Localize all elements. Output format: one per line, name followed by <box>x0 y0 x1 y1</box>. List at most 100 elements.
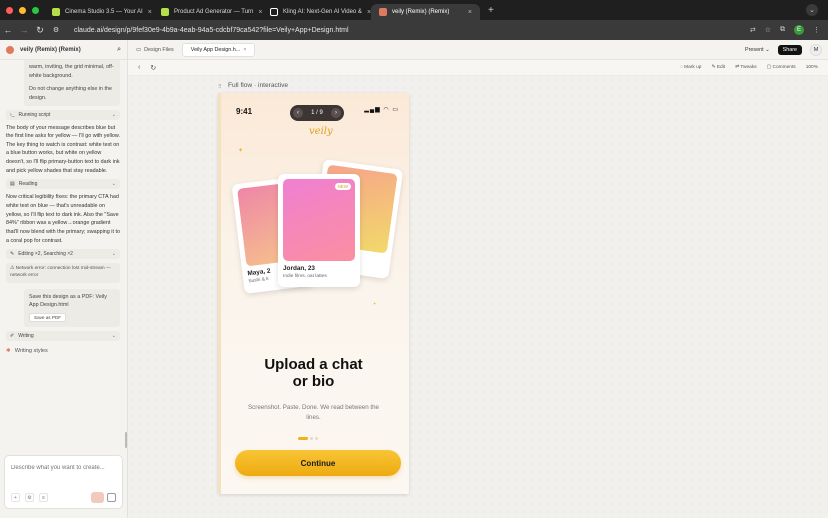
stop-icon[interactable] <box>107 493 116 502</box>
tab-design-files[interactable]: ▭ Design Files <box>128 43 182 57</box>
tab-label: Product Ad Generator — Turn <box>174 9 254 15</box>
pager-count: 1 / 9 <box>311 110 323 116</box>
message-text: Do not change anything else in the desig… <box>29 86 113 101</box>
tools-icon[interactable]: ⚙ <box>25 493 34 502</box>
maximize-window-button[interactable] <box>32 6 39 14</box>
present-button[interactable]: Present ⌄ <box>745 47 770 53</box>
writing-styles-indicator[interactable]: ✱ Writing styles <box>6 347 120 356</box>
translate-icon[interactable]: ⇄ <box>750 26 756 34</box>
edit-label: Edit <box>716 65 726 70</box>
step-label: Editing ×2, Searching ×2 <box>18 251 73 258</box>
extensions-icon[interactable]: ⧉ <box>780 26 785 34</box>
attach-plus-icon[interactable]: + <box>11 493 20 502</box>
step-label: Running script <box>18 111 51 118</box>
code-icon: ›_ <box>10 111 15 118</box>
assistant-message: The body of your message describes blue … <box>6 124 120 174</box>
phone-artboard[interactable]: 9:41 ▂▄▆ ◠ ▭ ‹ 1 / 9 › veily ✦ ✦ ooz May… <box>218 93 409 494</box>
progress-dots <box>298 437 318 440</box>
browser-tab-active[interactable]: veily (Remix) (Remix) × <box>371 4 480 20</box>
tool-step-writing[interactable]: ✐ Writing ⌄ <box>6 330 120 341</box>
close-tab-icon[interactable]: × <box>468 9 472 16</box>
chevron-down-icon: ⌄ <box>111 332 116 339</box>
sparkle-icon: ✦ <box>238 148 244 154</box>
browser-toolbar: ← → ↻ ⚙ claude.ai/design/p/9fef30e9-4b9a… <box>0 20 828 40</box>
onboarding-headline: Upload a chat or bio <box>218 356 409 390</box>
back-icon[interactable]: ‹ <box>138 64 140 72</box>
chat-thread: warm, inviting, the grid minimal, off-wh… <box>6 60 120 356</box>
pen-icon: ✐ <box>10 332 15 339</box>
tab-label: Kling AI: Next-Gen AI Video & <box>283 9 362 15</box>
comments-button[interactable]: ▢ Comments <box>767 65 796 70</box>
card-subtitle: Indie films, oat lattes <box>283 274 327 279</box>
mark-up-button[interactable]: ◌ Mark up <box>680 65 702 70</box>
project-title[interactable]: veily (Remix) (Remix) <box>20 47 81 53</box>
tab-veily-app-design[interactable]: Veily App Design.h... × <box>181 42 256 57</box>
reload-icon[interactable]: ↻ <box>32 25 48 36</box>
tab-search-chevron-icon[interactable]: ⌄ <box>806 4 818 16</box>
card-name: Jordan, 23 <box>283 265 315 272</box>
tool-step-editing[interactable]: ✎ Editing ×2, Searching ×2 ⌄ <box>6 249 120 260</box>
tab-label: Cinema Studio 3.5 — Your AI <box>65 9 143 15</box>
tab-favicon-icon <box>161 8 169 16</box>
close-tab-icon[interactable]: × <box>148 9 152 16</box>
window-controls <box>0 6 44 14</box>
message-text: Save this design as a PDF: Veily App Des… <box>29 293 107 309</box>
chat-panel: veily (Remix) (Remix) ⌕ warm, inviting, … <box>0 40 128 518</box>
network-error-notice: ⚠ Network error: connection lost mid-str… <box>6 263 120 283</box>
menu-kebab-icon[interactable]: ⋮ <box>813 26 820 34</box>
message-composer: + ⚙ ≡ <box>4 455 123 509</box>
artboard-edge <box>218 93 221 494</box>
forward-arrow-icon[interactable]: → <box>16 25 32 35</box>
tab-favicon-icon <box>379 8 387 16</box>
refresh-icon[interactable]: ↻ <box>150 64 156 72</box>
veily-logo: veily <box>309 126 333 137</box>
tweaks-label: Tweaks <box>740 65 757 70</box>
options-icon[interactable]: ≡ <box>39 493 48 502</box>
site-info-icon[interactable]: ⚙ <box>48 26 64 34</box>
browser-tab[interactable]: Product Ad Generator — Turn × <box>153 4 262 20</box>
writing-styles-label: Writing styles <box>14 347 48 354</box>
prev-screen-button[interactable]: ‹ <box>293 108 303 118</box>
save-as-pdf-button[interactable]: Save as PDF <box>29 312 67 323</box>
new-tab-button[interactable]: + <box>488 5 494 16</box>
address-bar[interactable]: claude.ai/design/p/9fef30e9-4b9a-4eab-94… <box>74 27 750 34</box>
tool-step-running-script[interactable]: ›_ Running script ⌄ <box>6 109 120 120</box>
status-time: 9:41 <box>236 107 253 116</box>
file-icon: ▤ <box>10 181 15 188</box>
file-tab-bar: ▭ Design Files Veily App Design.h... × Pre… <box>128 40 828 60</box>
bookmark-star-icon[interactable]: ☆ <box>765 26 771 34</box>
drag-handle-icon[interactable]: ⠿ <box>218 84 222 90</box>
profile-avatar[interactable]: E <box>794 25 804 35</box>
onboarding-subtext: Screenshot. Paste. Done. We read between… <box>248 404 379 421</box>
canvas-toolbar: ‹ ↻ ◌ Mark up ✎ Edit ⇌ Tweaks ▢ Comments… <box>128 60 828 76</box>
send-button[interactable] <box>91 492 104 503</box>
tweaks-button[interactable]: ⇌ Tweaks <box>735 65 757 70</box>
user-avatar[interactable]: M <box>810 43 822 56</box>
continue-button[interactable]: Continue <box>235 450 401 476</box>
browser-tab[interactable]: Kling AI: Next-Gen AI Video & × <box>262 4 371 20</box>
edit-icon: ✎ <box>10 251 15 258</box>
chevron-down-icon: ⌄ <box>111 251 116 258</box>
edit-button[interactable]: ✎ Edit <box>711 65 725 70</box>
comments-label: Comments <box>772 65 796 70</box>
close-window-button[interactable] <box>6 6 13 14</box>
status-icons: ▂▄▆ ◠ ▭ <box>364 107 399 113</box>
project-header: veily (Remix) (Remix) ⌕ <box>0 40 127 60</box>
claude-logo-icon[interactable] <box>6 45 14 54</box>
zoom-level[interactable]: 100% <box>806 65 818 70</box>
design-canvas[interactable]: ⠿ Full flow · interactive 9:41 ▂▄▆ ◠ ▭ ‹… <box>128 76 828 518</box>
folder-icon: ▭ <box>136 46 142 53</box>
tab-favicon-icon <box>52 8 60 16</box>
next-screen-button[interactable]: › <box>331 108 341 118</box>
search-icon[interactable]: ⌕ <box>117 46 121 54</box>
tool-step-reading[interactable]: ▤ Reading ⌄ <box>6 179 120 190</box>
new-badge: NEW <box>334 183 351 190</box>
minimize-window-button[interactable] <box>19 6 26 14</box>
close-tab-icon[interactable]: × <box>243 47 246 53</box>
back-arrow-icon[interactable]: ← <box>0 25 16 35</box>
present-label: Present <box>745 46 764 53</box>
prompt-input[interactable] <box>11 465 121 471</box>
chat-scrollbar[interactable] <box>125 432 127 448</box>
browser-tab[interactable]: Cinema Studio 3.5 — Your AI × <box>44 4 153 20</box>
share-button[interactable]: Share <box>777 44 802 55</box>
